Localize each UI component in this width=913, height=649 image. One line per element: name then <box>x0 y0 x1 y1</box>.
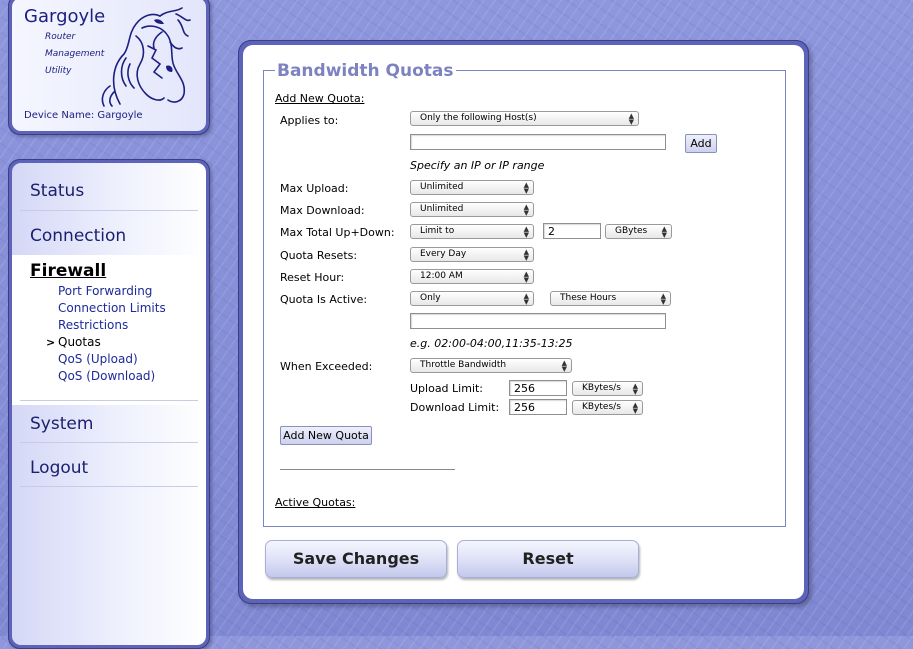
add-host-button[interactable]: Add <box>685 134 717 153</box>
select-arrows-icon: ▲ ▼ <box>561 359 567 373</box>
active-hours-input[interactable] <box>410 313 666 329</box>
quota-active-value: Only <box>420 293 441 303</box>
select-arrows-icon: ▲ ▼ <box>632 401 638 415</box>
nav-subitem-qos-download[interactable]: QoS (Download) <box>58 369 155 383</box>
quota-resets-select[interactable]: Every Day ▲ ▼ <box>410 247 534 262</box>
nav-subitem-restrictions[interactable]: Restrictions <box>58 318 128 332</box>
host-ip-input[interactable] <box>410 134 666 150</box>
select-arrows-icon: ▲ ▼ <box>523 270 529 284</box>
download-limit-label: Download Limit: <box>410 401 500 414</box>
download-limit-unit-select[interactable]: KBytes/s ▲ ▼ <box>572 400 643 415</box>
host-hint: Specify an IP or IP range <box>410 159 545 172</box>
max-total-amount-input[interactable]: 2 <box>543 223 601 239</box>
quota-resets-value: Every Day <box>420 249 467 259</box>
nav-item-system[interactable]: System <box>30 414 93 434</box>
device-name-label: Device Name: Gargoyle <box>24 110 143 121</box>
nav-subitem-port-forwarding[interactable]: Port Forwarding <box>58 284 152 298</box>
applies-to-select[interactable]: Only the following Host(s) ▲ ▼ <box>410 111 639 126</box>
logo-inner: Gargoyle Router Management Utility Devic… <box>12 0 206 131</box>
when-exceeded-value: Throttle Bandwidth <box>420 360 507 370</box>
nav-item-status[interactable]: Status <box>30 181 84 201</box>
max-total-value: Limit to <box>420 226 455 236</box>
select-arrows-icon: ▲ ▼ <box>523 248 529 262</box>
quota-active-period-value: These Hours <box>560 293 617 303</box>
download-limit-unit-value: KBytes/s <box>582 402 621 412</box>
select-arrows-icon: ▲ ▼ <box>661 225 667 239</box>
section-divider <box>280 469 455 470</box>
quota-resets-label: Quota Resets: <box>280 249 358 262</box>
reset-hour-label: Reset Hour: <box>280 271 345 284</box>
nav-inner: Status Connection Firewall Port Forwardi… <box>12 163 206 645</box>
main-inner: Bandwidth Quotas Add New Quota: Applies … <box>243 45 804 599</box>
active-quotas-heading: Active Quotas: <box>275 496 356 509</box>
select-arrows-icon: ▲ ▼ <box>660 292 666 306</box>
add-new-quota-heading: Add New Quota: <box>275 92 365 105</box>
logo-panel: Gargoyle Router Management Utility Devic… <box>8 0 210 135</box>
max-download-value: Unlimited <box>420 204 464 214</box>
download-limit-input[interactable]: 256 <box>509 399 567 415</box>
upload-limit-label: Upload Limit: <box>410 382 484 395</box>
max-total-unit-select[interactable]: GBytes ▲ ▼ <box>605 224 672 239</box>
max-upload-value: Unlimited <box>420 182 464 192</box>
max-total-select[interactable]: Limit to ▲ ▼ <box>410 224 534 239</box>
logo-subtitle-utility: Utility <box>45 66 72 76</box>
max-download-select[interactable]: Unlimited ▲ ▼ <box>410 202 534 217</box>
nav-divider <box>20 486 198 487</box>
active-hours-hint: e.g. 02:00-04:00,11:35-13:25 <box>410 337 573 350</box>
nav-subitem-qos-upload[interactable]: QoS (Upload) <box>58 352 138 366</box>
upload-limit-input[interactable]: 256 <box>509 380 567 396</box>
current-page-marker: > <box>46 336 56 349</box>
reset-button[interactable]: Reset <box>457 540 639 578</box>
nav-divider <box>20 210 198 211</box>
quota-active-period-select[interactable]: These Hours ▲ ▼ <box>550 291 671 306</box>
nav-item-logout[interactable]: Logout <box>30 458 88 478</box>
select-arrows-icon: ▲ ▼ <box>523 181 529 195</box>
reset-hour-select[interactable]: 12:00 AM ▲ ▼ <box>410 269 534 284</box>
nav-panel: Status Connection Firewall Port Forwardi… <box>8 159 210 649</box>
when-exceeded-label: When Exceeded: <box>280 360 373 373</box>
max-total-label: Max Total Up+Down: <box>280 226 395 239</box>
applies-to-value: Only the following Host(s) <box>420 113 537 123</box>
select-arrows-icon: ▲ ▼ <box>523 203 529 217</box>
max-total-unit-value: GBytes <box>615 226 648 236</box>
max-upload-label: Max Upload: <box>280 182 349 195</box>
max-upload-select[interactable]: Unlimited ▲ ▼ <box>410 180 534 195</box>
applies-to-label: Applies to: <box>280 114 339 127</box>
logo-subtitle-router: Router <box>45 32 76 42</box>
when-exceeded-select[interactable]: Throttle Bandwidth ▲ ▼ <box>410 358 572 373</box>
nav-divider <box>20 442 198 443</box>
nav-subitem-quotas[interactable]: Quotas <box>58 335 101 349</box>
nav-subitem-connection-limits[interactable]: Connection Limits <box>58 301 166 315</box>
gargoyle-logo-icon <box>101 7 191 107</box>
reset-hour-value: 12:00 AM <box>420 271 463 281</box>
main-panel: Bandwidth Quotas Add New Quota: Applies … <box>238 40 809 604</box>
select-arrows-icon: ▲ ▼ <box>523 225 529 239</box>
page-title: Bandwidth Quotas <box>275 61 456 81</box>
quota-active-select[interactable]: Only ▲ ▼ <box>410 291 534 306</box>
nav-item-firewall[interactable]: Firewall <box>30 261 106 281</box>
add-new-quota-button[interactable]: Add New Quota <box>280 426 372 445</box>
select-arrows-icon: ▲ ▼ <box>632 382 638 396</box>
select-arrows-icon: ▲ ▼ <box>523 292 529 306</box>
upload-limit-unit-select[interactable]: KBytes/s ▲ ▼ <box>572 381 643 396</box>
save-changes-button[interactable]: Save Changes <box>265 540 447 578</box>
nav-item-connection[interactable]: Connection <box>30 226 126 246</box>
select-arrows-icon: ▲ ▼ <box>628 112 634 126</box>
quota-active-label: Quota Is Active: <box>280 293 368 306</box>
upload-limit-unit-value: KBytes/s <box>582 383 621 393</box>
max-download-label: Max Download: <box>280 204 365 217</box>
nav-divider <box>20 400 198 401</box>
